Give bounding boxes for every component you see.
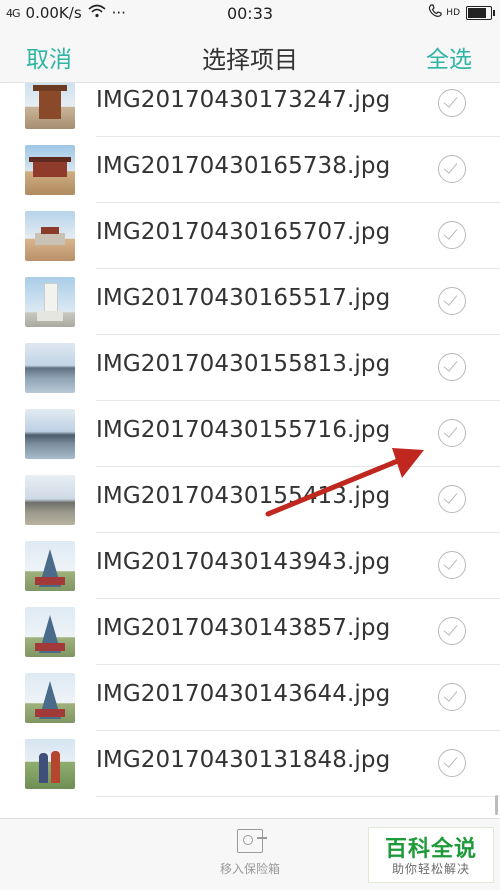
thumbnail-shape	[39, 753, 48, 783]
select-checkbox-icon[interactable]	[438, 419, 466, 447]
file-thumbnail	[25, 83, 75, 129]
selection-header: 取消 选择项目 全选	[0, 28, 500, 83]
hd-indicator: HD	[446, 8, 460, 18]
file-list[interactable]: IMG20170430173247.jpg IMG20170430165738.j…	[0, 83, 500, 818]
status-bar-right: HD	[428, 4, 495, 22]
select-checkbox-icon[interactable]	[438, 749, 466, 777]
file-name: IMG20170430155716.jpg	[96, 417, 391, 443]
file-name: IMG20170430143644.jpg	[96, 681, 391, 707]
thumbnail-shape	[29, 157, 71, 162]
file-row[interactable]: IMG20170430155716.jpg	[0, 401, 500, 467]
list-scrollbar[interactable]	[495, 795, 498, 815]
safe-box-icon	[237, 829, 267, 853]
file-thumbnail	[25, 409, 75, 459]
page-title: 选择项目	[202, 46, 298, 74]
file-row[interactable]: IMG20170430143644.jpg	[0, 665, 500, 731]
thumbnail-shape	[35, 577, 65, 585]
file-thumbnail	[25, 145, 75, 195]
select-checkbox-icon[interactable]	[438, 617, 466, 645]
watermark-title: 百科全说	[384, 837, 477, 862]
move-to-vault-label: 移入保险箱	[219, 862, 280, 876]
file-name: IMG20170430131848.jpg	[96, 747, 391, 773]
file-list-content: IMG20170430173247.jpg IMG20170430165738.j…	[0, 83, 500, 797]
file-name: IMG20170430143857.jpg	[96, 615, 391, 641]
file-thumbnail	[25, 739, 75, 789]
battery-level	[468, 8, 486, 18]
status-bar: 4G 0.00K/s ··· 00:33 HD	[0, 0, 500, 28]
file-thumbnail	[25, 475, 75, 525]
move-to-vault-button[interactable]: 移入保险箱	[210, 829, 290, 877]
file-name: IMG20170430165707.jpg	[96, 219, 391, 245]
file-name: IMG20170430143943.jpg	[96, 549, 391, 575]
thumbnail-shape	[35, 233, 65, 245]
file-thumbnail	[25, 211, 75, 261]
file-row[interactable]: IMG20170430143943.jpg	[0, 533, 500, 599]
file-row[interactable]: IMG20170430155813.jpg	[0, 335, 500, 401]
thumbnail-shape	[33, 161, 67, 177]
file-name: IMG20170430165738.jpg	[96, 153, 391, 179]
thumbnail-shape	[33, 85, 67, 91]
thumbnail-shape	[51, 751, 60, 783]
thumbnail-shape	[37, 311, 63, 321]
thumbnail-shape	[41, 227, 59, 234]
file-row[interactable]: IMG20170430165738.jpg	[0, 137, 500, 203]
file-name: IMG20170430165517.jpg	[96, 285, 391, 311]
select-checkbox-icon[interactable]	[438, 155, 466, 183]
thumbnail-shape	[35, 709, 65, 717]
file-thumbnail	[25, 607, 75, 657]
thumbnail-shape	[35, 643, 65, 651]
select-checkbox-icon[interactable]	[438, 89, 466, 117]
status-time: 00:33	[226, 4, 274, 23]
select-checkbox-icon[interactable]	[438, 221, 466, 249]
select-checkbox-icon[interactable]	[438, 287, 466, 315]
file-row[interactable]: IMG20170430165707.jpg	[0, 203, 500, 269]
phone-hd-icon	[428, 4, 442, 22]
file-row[interactable]: IMG20170430165517.jpg	[0, 269, 500, 335]
select-checkbox-icon[interactable]	[438, 485, 466, 513]
battery-icon	[466, 6, 495, 20]
select-checkbox-icon[interactable]	[438, 551, 466, 579]
watermark-logo: 百科全说 助你轻松解决	[368, 827, 494, 883]
file-thumbnail	[25, 277, 75, 327]
file-row[interactable]: IMG20170430155413.jpg	[0, 467, 500, 533]
select-all-button[interactable]: 全选	[426, 40, 472, 74]
file-name: IMG20170430155413.jpg	[96, 483, 391, 509]
thumbnail-shape	[39, 89, 61, 119]
file-name: IMG20170430155813.jpg	[96, 351, 391, 377]
row-divider	[96, 796, 500, 797]
file-row[interactable]: IMG20170430131848.jpg	[0, 731, 500, 797]
file-row[interactable]: IMG20170430173247.jpg	[0, 83, 500, 137]
file-thumbnail	[25, 673, 75, 723]
select-checkbox-icon[interactable]	[438, 353, 466, 381]
select-checkbox-icon[interactable]	[438, 683, 466, 711]
file-name: IMG20170430173247.jpg	[96, 87, 391, 113]
file-thumbnail	[25, 343, 75, 393]
file-thumbnail	[25, 541, 75, 591]
file-row[interactable]: IMG20170430143857.jpg	[0, 599, 500, 665]
watermark-subtitle: 助你轻松解决	[391, 862, 470, 876]
